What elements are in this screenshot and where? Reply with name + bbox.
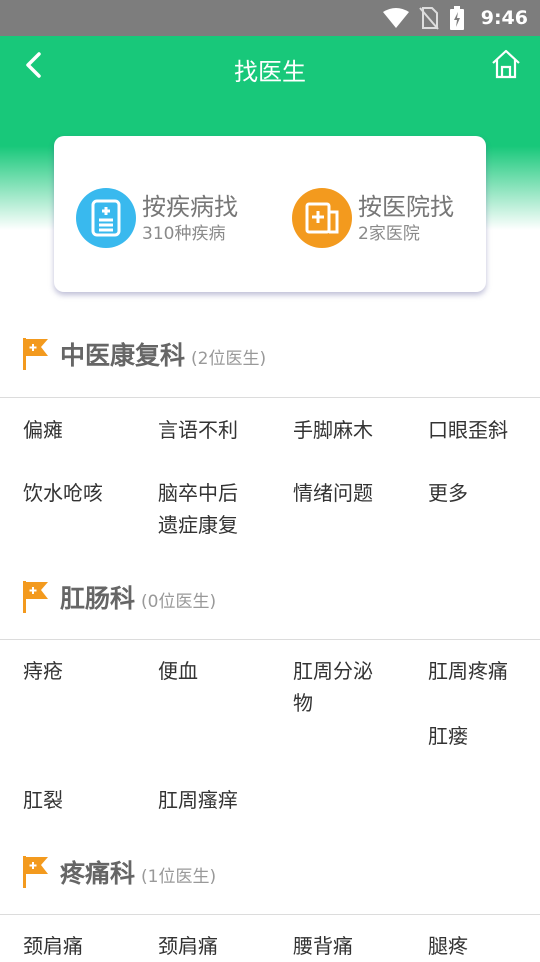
- disease-tag[interactable]: 腰背痛: [293, 930, 411, 962]
- no-sim-icon: [418, 7, 439, 30]
- hospital-title: 按医院找: [358, 193, 454, 221]
- disease-tag[interactable]: 肛周瘙痒: [158, 784, 276, 816]
- disease-text: 按疾病找 310种疾病: [142, 191, 238, 245]
- hospital-circle: [292, 188, 352, 248]
- section-doctor-count: (1位医生): [141, 866, 217, 887]
- hospital-icon: [305, 202, 339, 234]
- disease-tag[interactable]: 腿疼: [428, 930, 540, 962]
- disease-tag[interactable]: 肛裂: [23, 784, 141, 816]
- disease-tag[interactable]: 肛瘘: [428, 720, 540, 752]
- flag-icon: [23, 338, 48, 370]
- hospital-text: 按医院找 2家医院: [358, 191, 454, 245]
- disease-tag[interactable]: 肛周疼痛: [428, 655, 540, 687]
- status-bar: 9:46: [0, 0, 540, 36]
- disease-tag[interactable]: 颈肩痛: [158, 930, 276, 962]
- section-header-pain: 疼痛科 (1位医生): [22, 852, 216, 892]
- search-mode-card: 按疾病找 310种疾病 按医院找 2家医院: [54, 136, 486, 292]
- disease-tag[interactable]: 言语不利: [158, 414, 276, 446]
- section-header-anorectal: 肛肠科 (0位医生): [22, 577, 216, 617]
- section-divider: [0, 397, 540, 398]
- status-icons: 9:46: [382, 0, 528, 36]
- flag-icon: [23, 581, 48, 613]
- disease-tag[interactable]: 便血: [158, 655, 276, 687]
- disease-tag[interactable]: 脑卒中后遗症康复: [158, 477, 246, 541]
- disease-tag[interactable]: 情绪问题: [293, 477, 411, 509]
- disease-subtitle: 310种疾病: [142, 224, 226, 244]
- find-by-disease-button[interactable]: 按疾病找 310种疾病: [76, 188, 238, 248]
- disease-tag[interactable]: 手脚麻木: [293, 414, 411, 446]
- disease-tag[interactable]: 偏瘫: [23, 414, 141, 446]
- battery-icon: [449, 6, 464, 30]
- disease-title: 按疾病找: [142, 193, 238, 221]
- disease-tag[interactable]: 饮水呛咳: [23, 477, 141, 509]
- disease-tag[interactable]: 口眼歪斜: [428, 414, 540, 446]
- hospital-subtitle: 2家医院: [358, 224, 420, 244]
- section-divider: [0, 639, 540, 640]
- disease-tag[interactable]: 痔疮: [23, 655, 141, 687]
- more-link[interactable]: 更多: [428, 477, 540, 509]
- section-doctor-count: (2位医生): [191, 348, 267, 369]
- find-by-hospital-button[interactable]: 按医院找 2家医院: [292, 188, 454, 248]
- page-title: 找医生: [234, 58, 306, 86]
- section-divider: [0, 914, 540, 915]
- section-header-rehab: 中医康复科 (2位医生): [22, 334, 266, 374]
- flag-icon: [23, 856, 48, 888]
- status-time: 9:46: [480, 7, 528, 29]
- medical-record-icon: [91, 199, 121, 237]
- section-doctor-count: (0位医生): [141, 591, 217, 612]
- disease-circle: [76, 188, 136, 248]
- wifi-icon: [382, 8, 409, 28]
- disease-tag[interactable]: 肛周分泌物: [293, 655, 381, 719]
- disease-tag[interactable]: 颈肩痛: [23, 930, 141, 962]
- home-icon[interactable]: [490, 48, 522, 80]
- section-title: 肛肠科: [60, 584, 136, 613]
- section-title: 疼痛科: [60, 859, 136, 888]
- section-title: 中医康复科: [60, 341, 186, 370]
